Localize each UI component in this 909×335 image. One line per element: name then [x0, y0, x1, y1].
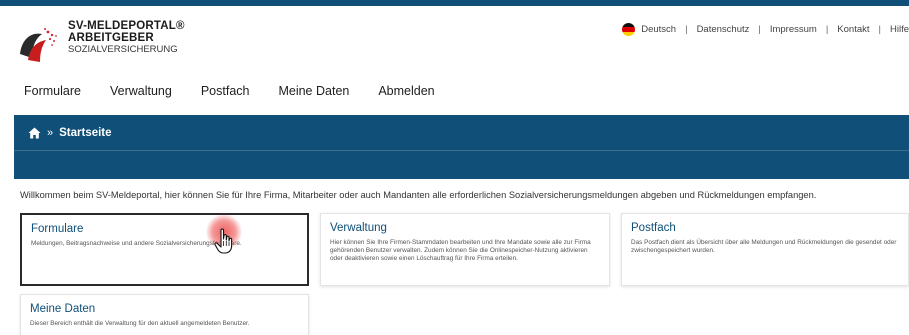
- hilfe-link[interactable]: Hilfe: [890, 24, 909, 35]
- sv-meldeportal-logo[interactable]: SV-MELDEPORTAL® ARBEITGEBER SOZIALVERSIC…: [14, 20, 194, 70]
- datenschutz-link[interactable]: Datenschutz: [697, 24, 750, 35]
- sv-logo-mark-icon: [20, 28, 57, 62]
- breadcrumb-current: Startseite: [59, 126, 112, 139]
- card-description: Meldungen, Beitragsnachweise und andere …: [31, 240, 242, 247]
- nav-item-meine-daten[interactable]: Meine Daten: [278, 84, 349, 98]
- nav-item-verwaltung[interactable]: Verwaltung: [110, 84, 172, 98]
- card-description: Hier können Sie Ihre Firmen-Stammdaten b…: [330, 239, 591, 263]
- separator: |: [825, 24, 829, 35]
- breadcrumb: » Startseite: [14, 115, 909, 151]
- logo-subtitle: ARBEITGEBER: [68, 32, 154, 44]
- utility-nav: Deutsch | Datenschutz | Impressum | Kont…: [622, 23, 909, 36]
- logo-title: SV-MELDEPORTAL®: [68, 20, 185, 32]
- card-meine-daten[interactable]: Meine Daten Dieser Bereich enthält die V…: [20, 294, 309, 335]
- separator: |: [758, 24, 761, 35]
- card-postfach[interactable]: Postfach Das Postfach dient als Übersich…: [621, 213, 909, 286]
- card-title: Postfach: [631, 222, 676, 234]
- separator: |: [685, 24, 688, 35]
- nav-item-abmelden[interactable]: Abmelden: [378, 84, 434, 98]
- nav-item-formulare[interactable]: Formulare: [24, 84, 81, 98]
- card-description: Das Postfach dient als Übersicht über al…: [631, 239, 897, 255]
- welcome-text: Willkommen beim SV-Meldeportal, hier kön…: [20, 190, 817, 200]
- card-title: Formulare: [31, 223, 84, 235]
- language-link[interactable]: Deutsch: [641, 24, 676, 35]
- card-formulare[interactable]: Formulare Meldungen, Beitragsnachweise u…: [20, 213, 309, 286]
- impressum-link[interactable]: Impressum: [770, 24, 817, 35]
- top-brand-stripe: [0, 0, 909, 6]
- card-title: Verwaltung: [330, 222, 387, 234]
- main-nav: Formulare Verwaltung Postfach Meine Date…: [24, 84, 464, 98]
- breadcrumb-bar: » Startseite: [14, 115, 909, 179]
- card-title: Meine Daten: [30, 303, 96, 315]
- germany-flag-icon: [622, 23, 636, 36]
- hand-cursor-icon: [214, 228, 233, 254]
- logo-tagline: SOZIALVERSICHERUNG: [68, 44, 178, 55]
- breadcrumb-separator: »: [47, 126, 54, 139]
- kontakt-link[interactable]: Kontakt: [837, 24, 869, 35]
- nav-item-postfach[interactable]: Postfach: [201, 84, 250, 98]
- home-icon[interactable]: [28, 127, 41, 139]
- card-description: Dieser Bereich enthält die Verwaltung fü…: [30, 320, 250, 327]
- card-verwaltung[interactable]: Verwaltung Hier können Sie Ihre Firmen-S…: [320, 213, 610, 286]
- separator: |: [878, 24, 881, 35]
